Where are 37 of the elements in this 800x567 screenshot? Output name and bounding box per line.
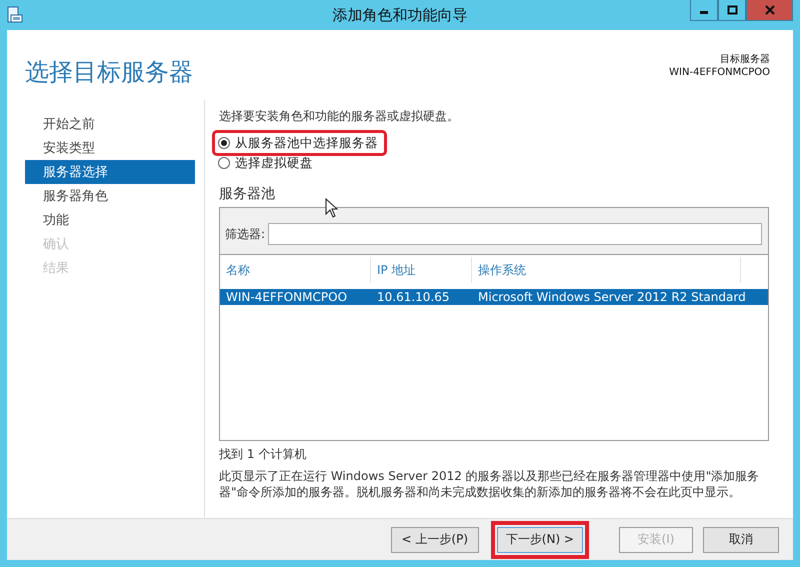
radio-label: 从服务器池中选择服务器 [235, 134, 378, 152]
nav-item[interactable]: 服务器角色 [25, 184, 195, 208]
table-row[interactable]: WIN-4EFFONMCPOO 10.61.10.65 Microsoft Windows Server 2012 R2 Standard [220, 289, 768, 305]
column-header[interactable]: 操作系统 [472, 257, 741, 283]
column-header[interactable]: IP 地址 [371, 257, 472, 283]
section-title: 服务器池 [219, 185, 276, 203]
filter-label: 筛选器: [225, 226, 266, 242]
close-icon [764, 5, 774, 15]
nav-item[interactable]: 功能 [25, 208, 195, 232]
radio-label: 选择虚拟硬盘 [235, 154, 313, 172]
close-button[interactable] [746, 0, 793, 21]
info-text: 此页显示了正在运行 Windows Server 2012 的服务器以及那些已经在服务器管理器中使用"添加服务器"命令所添加的服务器。脱机服务器和尚未完成数据收集的新添加的服务器将不会在此页中显示。 [219, 468, 760, 500]
cursor-icon [325, 198, 339, 218]
app-icon [7, 6, 23, 24]
instruction-text: 选择要安装角色和功能的服务器或虚拟硬盘。 [219, 108, 460, 125]
footer-button[interactable]: 取消 [703, 526, 779, 552]
column-header[interactable]: 名称 [220, 257, 371, 283]
window-title: 添加角色和功能向导 [332, 6, 468, 24]
radio-button[interactable] [218, 137, 230, 149]
highlighted-radio-option[interactable]: 从服务器池中选择服务器 [215, 133, 384, 153]
nav-item[interactable]: 安装类型 [25, 136, 195, 160]
maximize-button[interactable] [718, 0, 746, 21]
table-cell-text: WIN-4EFFONMCPOO [225, 290, 348, 304]
target-server-label: 目标服务器 [720, 52, 770, 66]
table-cell-text: 10.61.10.65 [376, 290, 451, 304]
table-cell-text: Microsoft Windows Server 2012 R2 Standard [477, 290, 747, 304]
maximize-icon [726, 5, 738, 15]
radio-option[interactable]: 选择虚拟硬盘 [215, 153, 319, 173]
minimize-button[interactable] [690, 0, 718, 21]
nav-item[interactable]: 开始之前 [25, 112, 195, 136]
filter-field[interactable] [268, 223, 762, 245]
footer-button[interactable]: < 上一步(P) [390, 526, 479, 552]
page-title: 选择目标服务器 [25, 57, 193, 88]
target-server-name: WIN-4EFFONMCPOO [669, 67, 770, 78]
found-count-text: 找到 1 个计算机 [219, 446, 308, 463]
nav-item[interactable]: 服务器选择 [25, 160, 195, 184]
radio-button[interactable] [218, 157, 230, 169]
